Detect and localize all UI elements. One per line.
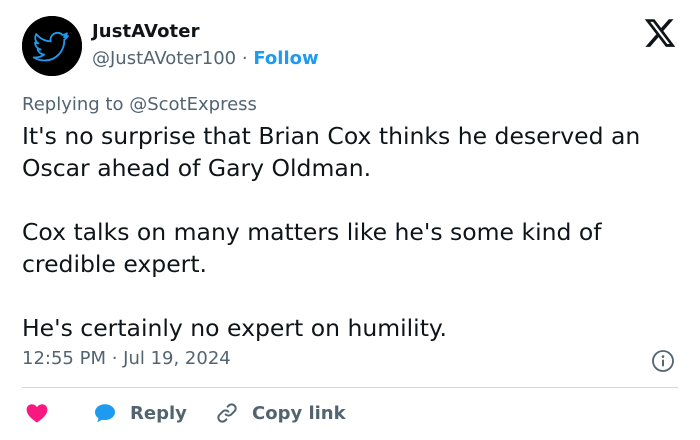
link-icon — [217, 403, 237, 423]
author-handle[interactable]: @JustAVoter100 — [92, 48, 236, 69]
divider — [22, 387, 678, 388]
reply-button[interactable]: Reply — [92, 400, 187, 426]
avatar[interactable] — [22, 16, 82, 76]
twitter-bird-icon — [22, 16, 82, 76]
copy-link-button[interactable]: Copy link — [214, 400, 346, 426]
handle-separator: · — [241, 48, 248, 69]
x-logo-icon[interactable] — [643, 16, 677, 50]
info-icon[interactable] — [651, 349, 675, 373]
tweet-text: It's no surprise that Brian Cox thinks h… — [22, 120, 682, 344]
follow-button[interactable]: Follow — [253, 48, 318, 69]
like-button[interactable] — [24, 400, 50, 426]
tweet-card: JustAVoter @JustAVoter100 · Follow Reply… — [0, 0, 700, 440]
reply-context: Replying to @ScotExpress — [22, 94, 257, 115]
reply-target-link[interactable]: @ScotExpress — [129, 94, 257, 115]
tweet-paragraph: It's no surprise that Brian Cox thinks h… — [22, 122, 641, 182]
author-handle-line: @JustAVoter100 · Follow — [92, 48, 319, 69]
tweet-paragraph: Cox talks on many matters like he's some… — [22, 218, 602, 278]
copy-link-label: Copy link — [252, 402, 346, 424]
tweet-paragraph: He's certainly no expert on humility. — [22, 314, 447, 342]
reply-label: Reply — [130, 402, 187, 424]
author-name[interactable]: JustAVoter — [92, 21, 200, 42]
speech-bubble-icon — [95, 404, 115, 423]
reply-context-prefix: Replying to — [22, 94, 124, 115]
timestamp[interactable]: 12:55 PM · Jul 19, 2024 — [22, 348, 231, 369]
heart-icon — [26, 404, 48, 423]
